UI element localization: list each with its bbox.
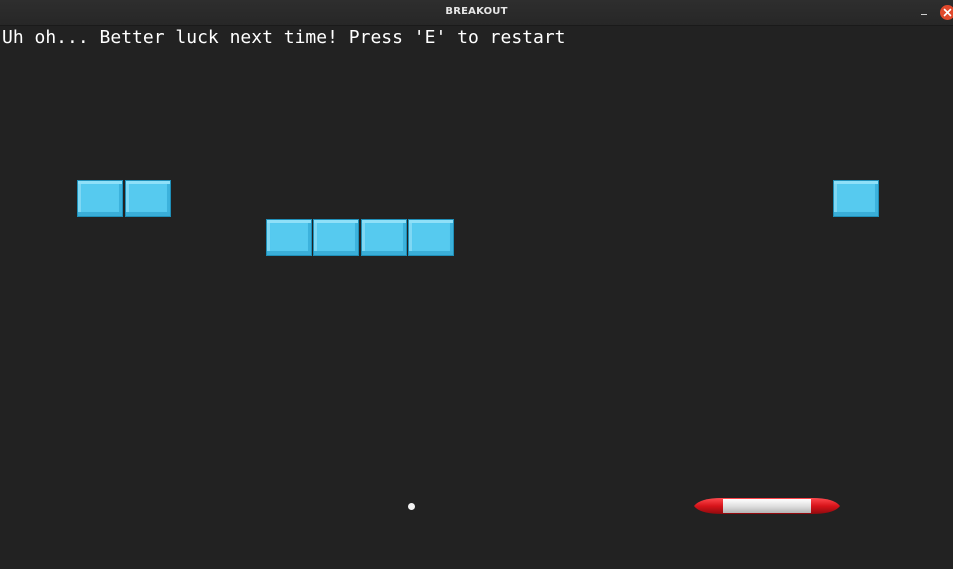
minimize-button[interactable] xyxy=(916,4,932,20)
game-canvas[interactable]: Uh oh... Better luck next time! Press 'E… xyxy=(0,26,953,569)
window-title: BREAKOUT xyxy=(445,6,508,17)
paddle[interactable] xyxy=(692,498,842,514)
brick xyxy=(77,180,123,217)
minimize-icon xyxy=(921,14,927,15)
brick xyxy=(125,180,171,217)
title-bar[interactable]: BREAKOUT xyxy=(0,0,953,26)
game-window: BREAKOUT Uh oh... Better luck next time!… xyxy=(0,0,953,569)
game-over-message: Uh oh... Better luck next time! Press 'E… xyxy=(2,27,566,48)
close-button[interactable] xyxy=(940,5,953,20)
brick xyxy=(833,180,879,217)
ball xyxy=(408,503,415,510)
close-icon xyxy=(943,8,952,17)
brick xyxy=(408,219,454,256)
brick xyxy=(266,219,312,256)
brick xyxy=(361,219,407,256)
brick xyxy=(313,219,359,256)
